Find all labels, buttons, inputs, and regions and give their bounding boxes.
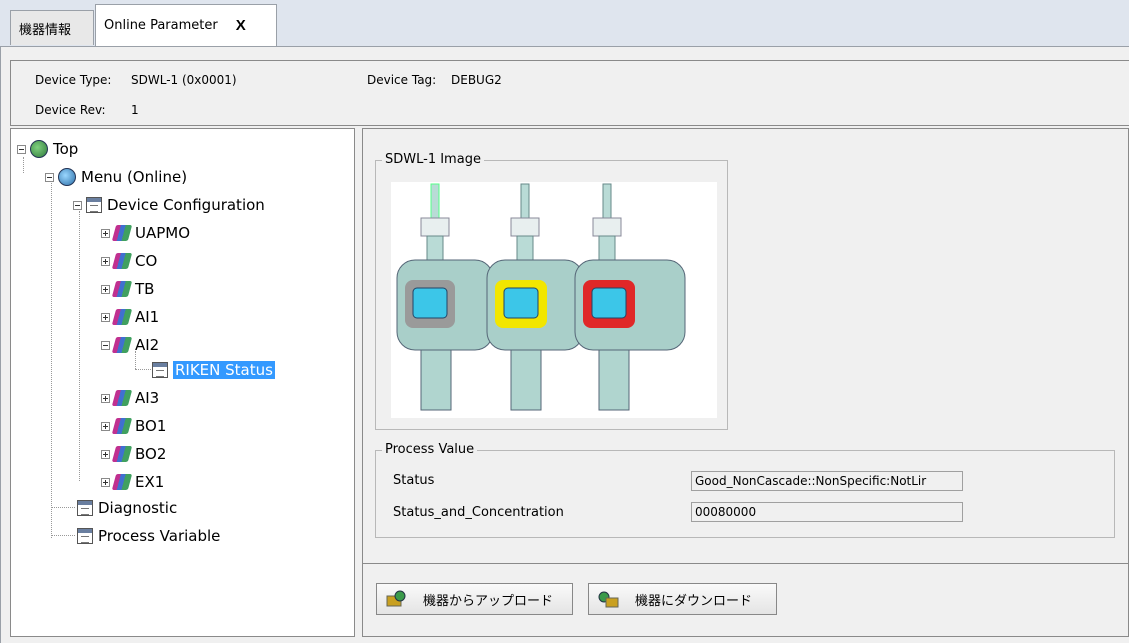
expand-toggle[interactable] (101, 421, 110, 431)
tree-node-top-label: Top (53, 140, 79, 158)
tree-node-uapmo[interactable]: UAPMO (101, 222, 190, 244)
collapse-toggle[interactable] (73, 200, 82, 210)
tree-node-diagnostic[interactable]: Diagnostic (77, 497, 177, 519)
block-icon (111, 446, 133, 462)
tree-node-ex1[interactable]: EX1 (101, 471, 164, 493)
device-root-icon (30, 140, 48, 158)
tab-bar: 機器情報 Online Parameter X (0, 0, 1129, 47)
tree-node-process-variable-label: Process Variable (98, 527, 221, 545)
download-to-device-button[interactable]: 機器にダウンロード (588, 583, 777, 615)
tree-node-bo2[interactable]: BO2 (101, 443, 166, 465)
expand-toggle[interactable] (101, 228, 110, 238)
upload-button-label: 機器からアップロード (423, 593, 554, 609)
upload-from-device-button[interactable]: 機器からアップロード (376, 583, 573, 615)
image-group-legend: SDWL-1 Image (382, 152, 484, 167)
tab-online-parameter-label: Online Parameter (104, 18, 218, 33)
device-tag-value: DEBUG2 (451, 73, 502, 87)
tab-device-info[interactable]: 機器情報 (10, 10, 94, 45)
tab-device-info-label: 機器情報 (19, 22, 72, 38)
device-tag-label: Device Tag: (367, 73, 437, 87)
tree-node-tb-label: TB (135, 280, 155, 298)
tree-node-tb[interactable]: TB (101, 278, 154, 300)
tree-node-riken-status[interactable]: RIKEN Status (152, 359, 275, 381)
block-icon (111, 337, 133, 353)
device-image (391, 182, 717, 418)
menu-tree[interactable]: Top Menu (Online) Device Configuration U… (10, 128, 355, 637)
device-type-label: Device Type: (35, 73, 112, 87)
block-icon (111, 225, 133, 241)
tree-node-ai1[interactable]: AI1 (101, 306, 159, 328)
tree-node-co[interactable]: CO (101, 250, 157, 272)
tree-node-co-label: CO (135, 252, 158, 270)
device-rev-label: Device Rev: (35, 103, 106, 117)
tree-node-ai2-label: AI2 (135, 336, 160, 354)
status-and-concentration-label: Status_and_Concentration (393, 505, 564, 520)
collapse-toggle[interactable] (101, 340, 110, 350)
tree-node-menu-online-label: Menu (Online) (81, 168, 188, 186)
tree-node-diagnostic-label: Diagnostic (98, 499, 178, 517)
device-rev-value: 1 (131, 103, 139, 117)
expand-toggle[interactable] (101, 284, 110, 294)
tab-online-parameter[interactable]: Online Parameter X (95, 4, 277, 46)
block-icon (111, 390, 133, 406)
block-icon (111, 309, 133, 325)
tree-node-device-configuration[interactable]: Device Configuration (73, 194, 265, 216)
status-field[interactable]: Good_NonCascade::NonSpecific:NotLir (691, 471, 963, 491)
process-value-legend: Process Value (382, 442, 478, 457)
tree-node-device-configuration-label: Device Configuration (107, 196, 265, 214)
download-button-label: 機器にダウンロード (635, 593, 753, 609)
block-icon (111, 281, 133, 297)
tree-node-ai1-label: AI1 (135, 308, 160, 326)
collapse-toggle[interactable] (45, 172, 54, 182)
tab-close-button[interactable]: X (236, 17, 246, 34)
page-icon (152, 362, 168, 378)
tree-node-ex1-label: EX1 (135, 473, 165, 491)
page-icon (77, 528, 93, 544)
expand-toggle[interactable] (101, 312, 110, 322)
tree-node-ai3[interactable]: AI3 (101, 387, 159, 409)
tree-node-top[interactable]: Top (17, 138, 78, 160)
expand-toggle[interactable] (101, 449, 110, 459)
tree-node-menu-online[interactable]: Menu (Online) (45, 166, 187, 188)
download-icon (597, 590, 619, 608)
expand-toggle[interactable] (101, 256, 110, 266)
block-icon (111, 253, 133, 269)
tree-node-riken-status-label: RIKEN Status (173, 361, 275, 379)
upload-icon (385, 590, 407, 608)
expand-toggle[interactable] (101, 393, 110, 403)
block-icon (111, 474, 133, 490)
device-type-value: SDWL-1 (0x0001) (131, 73, 237, 87)
process-value-group: Process Value (375, 442, 1115, 538)
tree-node-bo2-label: BO2 (135, 445, 167, 463)
expand-toggle[interactable] (101, 477, 110, 487)
collapse-toggle[interactable] (17, 144, 26, 154)
tree-node-uapmo-label: UAPMO (135, 224, 191, 242)
page-icon (86, 197, 102, 213)
status-label: Status (393, 473, 435, 488)
tree-node-ai3-label: AI3 (135, 389, 160, 407)
status-and-concentration-field[interactable]: 00080000 (691, 502, 963, 522)
tree-node-bo1-label: BO1 (135, 417, 167, 435)
block-icon (111, 418, 133, 434)
tree-node-bo1[interactable]: BO1 (101, 415, 166, 437)
tree-node-process-variable[interactable]: Process Variable (77, 525, 220, 547)
tree-node-ai2[interactable]: AI2 (101, 334, 159, 356)
device-info-panel: Device Type: SDWL-1 (0x0001) Device Rev:… (10, 60, 1129, 126)
menu-icon (58, 168, 76, 186)
page-icon (77, 500, 93, 516)
